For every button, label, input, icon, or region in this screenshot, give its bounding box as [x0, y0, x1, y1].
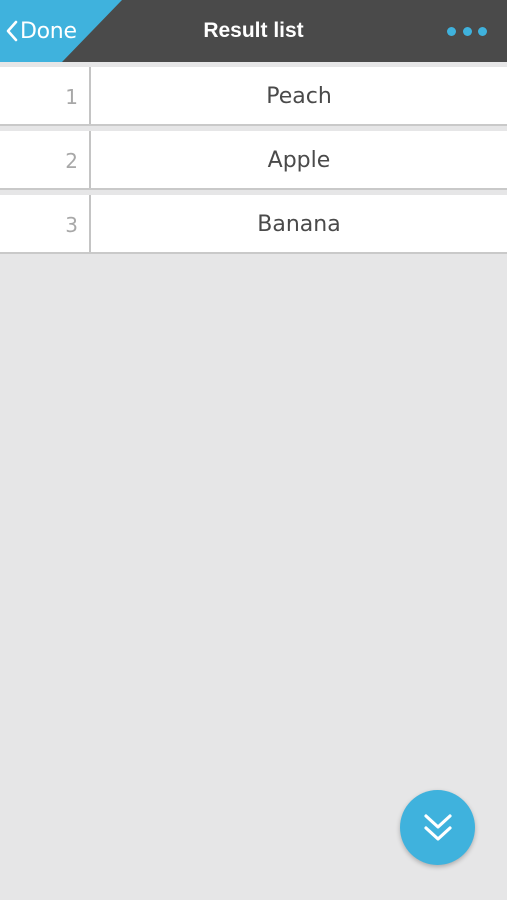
done-button[interactable]: Done: [6, 14, 77, 48]
list-item-label: Apple: [267, 148, 331, 173]
list-item[interactable]: 2 Apple: [0, 131, 507, 190]
more-dots-icon: [478, 26, 487, 36]
list-item-number: 3: [0, 195, 91, 252]
more-dots-icon: [462, 26, 472, 36]
scroll-down-button[interactable]: [400, 790, 475, 865]
top-navigation-bar: Done Result list: [0, 0, 507, 62]
done-button-label: Done: [20, 18, 77, 44]
list-item-label: Peach: [266, 84, 332, 109]
list-item[interactable]: 3 Banana: [0, 195, 507, 254]
list-item[interactable]: 1 Peach: [0, 67, 507, 126]
list-item-number: 1: [0, 67, 91, 124]
more-dots-icon: [447, 26, 456, 36]
list-item-label: Banana: [257, 212, 341, 237]
more-options-button[interactable]: [447, 20, 487, 42]
list-item-number: 2: [0, 131, 91, 188]
double-chevron-down-icon: [423, 812, 453, 844]
result-list: 1 Peach 2 Apple 3 Banana: [0, 62, 507, 254]
chevron-left-icon: [6, 20, 18, 42]
